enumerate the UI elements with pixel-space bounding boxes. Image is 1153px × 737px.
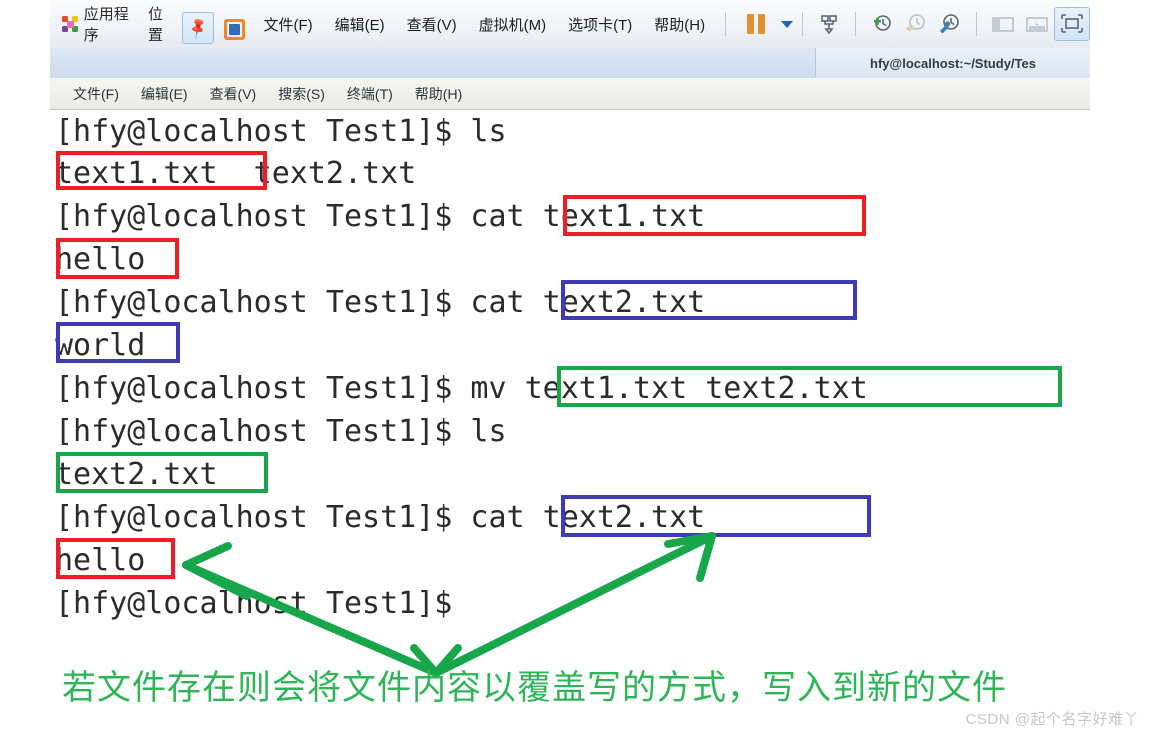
gnome-places-label: 位置: [148, 6, 164, 44]
vmware-tabstrip: hfy@localhost:~/Study/Tes: [50, 48, 1090, 78]
highlight-hello-first: [56, 238, 179, 279]
take-snapshot-icon: [874, 15, 891, 31]
toolbar-separator-4: [976, 12, 977, 36]
gnome-panel: 应用程序 位置: [50, 0, 174, 48]
show-sidebar-button[interactable]: [986, 8, 1020, 40]
highlight-cat-text1: [563, 195, 866, 236]
term-menu-search[interactable]: 搜索(S): [267, 84, 336, 104]
vmware-menubar: 应用程序 位置 📌 文件(F) 编辑(E) 查看(V) 虚拟机(M) 选项卡(T…: [50, 0, 1090, 49]
terminal-line: [hfy@localhost Test1]$ ls: [55, 114, 507, 149]
highlight-mv-command: [557, 366, 1062, 407]
menu-tabs[interactable]: 选项卡(T): [557, 14, 643, 35]
vmware-menu-items: 文件(F) 编辑(E) 查看(V) 虚拟机(M) 选项卡(T) 帮助(H): [252, 0, 716, 48]
show-console-icon: [1026, 17, 1048, 32]
toolbar-separator-2: [802, 12, 803, 36]
vmware-window: 应用程序 位置 📌 文件(F) 编辑(E) 查看(V) 虚拟机(M) 选项卡(T…: [50, 0, 1090, 78]
take-snapshot-button[interactable]: [865, 8, 899, 40]
highlight-cat-text2-second: [561, 495, 871, 537]
manage-snapshots-icon: [940, 14, 959, 34]
highlight-text1-txt: [56, 151, 267, 190]
highlight-world: [56, 322, 180, 363]
toolbar-separator: [725, 12, 726, 36]
menu-edit[interactable]: 编辑(E): [324, 14, 396, 35]
chevron-down-icon[interactable]: [781, 20, 793, 28]
gnome-applications-menu[interactable]: 应用程序: [62, 3, 136, 45]
terminal-line: [hfy@localhost Test1]$ ls: [55, 414, 507, 449]
pushpin-icon: 📌: [185, 15, 211, 41]
pin-button[interactable]: 📌: [182, 12, 215, 44]
menu-vm[interactable]: 虚拟机(M): [468, 14, 558, 35]
term-menu-terminal[interactable]: 终端(T): [336, 84, 404, 104]
vmware-toolbar: [739, 0, 1090, 48]
gnome-places-menu[interactable]: 位置: [148, 3, 174, 45]
highlight-text2-txt-after: [56, 452, 268, 493]
enter-fullscreen-button[interactable]: [1054, 7, 1090, 41]
vmware-tab-controls: 📌: [182, 0, 252, 48]
terminal-window: 文件(F) 编辑(E) 查看(V) 搜索(S) 终端(T) 帮助(H): [50, 78, 1090, 110]
terminal-menubar: 文件(F) 编辑(E) 查看(V) 搜索(S) 终端(T) 帮助(H): [50, 78, 1090, 110]
revert-snapshot-icon: [905, 14, 925, 32]
vm-tab-title[interactable]: hfy@localhost:~/Study/Tes: [815, 48, 1090, 78]
send-ctrl-alt-del-button[interactable]: [812, 8, 846, 40]
menu-view[interactable]: 查看(V): [396, 14, 468, 35]
vmware-logo-icon: [224, 19, 246, 40]
term-menu-view[interactable]: 查看(V): [199, 84, 268, 104]
watermark: CSDN @起个名字好难丫: [965, 711, 1139, 728]
toolbar-separator-3: [855, 12, 856, 36]
show-sidebar-icon: [992, 17, 1014, 32]
revert-snapshot-button[interactable]: [899, 8, 933, 40]
highlight-cat-text2-first: [561, 280, 857, 320]
send-ctrl-alt-del-icon: [821, 15, 837, 35]
menu-help[interactable]: 帮助(H): [643, 14, 716, 35]
term-menu-file[interactable]: 文件(F): [62, 84, 130, 104]
pause-icon: [747, 14, 765, 34]
terminal-line: [hfy@localhost Test1]$: [55, 586, 471, 621]
enter-fullscreen-icon: [1061, 14, 1083, 33]
manage-snapshots-button[interactable]: [933, 8, 967, 40]
show-console-button[interactable]: [1020, 8, 1054, 40]
pause-button[interactable]: [739, 8, 773, 40]
annotation-note: 若文件存在则会将文件内容以覆盖写的方式，写入到新的文件: [62, 668, 1007, 708]
menu-file[interactable]: 文件(F): [252, 14, 323, 35]
term-menu-help[interactable]: 帮助(H): [404, 84, 473, 104]
applications-icon: [62, 15, 78, 33]
gnome-applications-label: 应用程序: [83, 6, 129, 44]
term-menu-edit[interactable]: 编辑(E): [130, 84, 199, 104]
highlight-hello-second: [56, 538, 175, 579]
